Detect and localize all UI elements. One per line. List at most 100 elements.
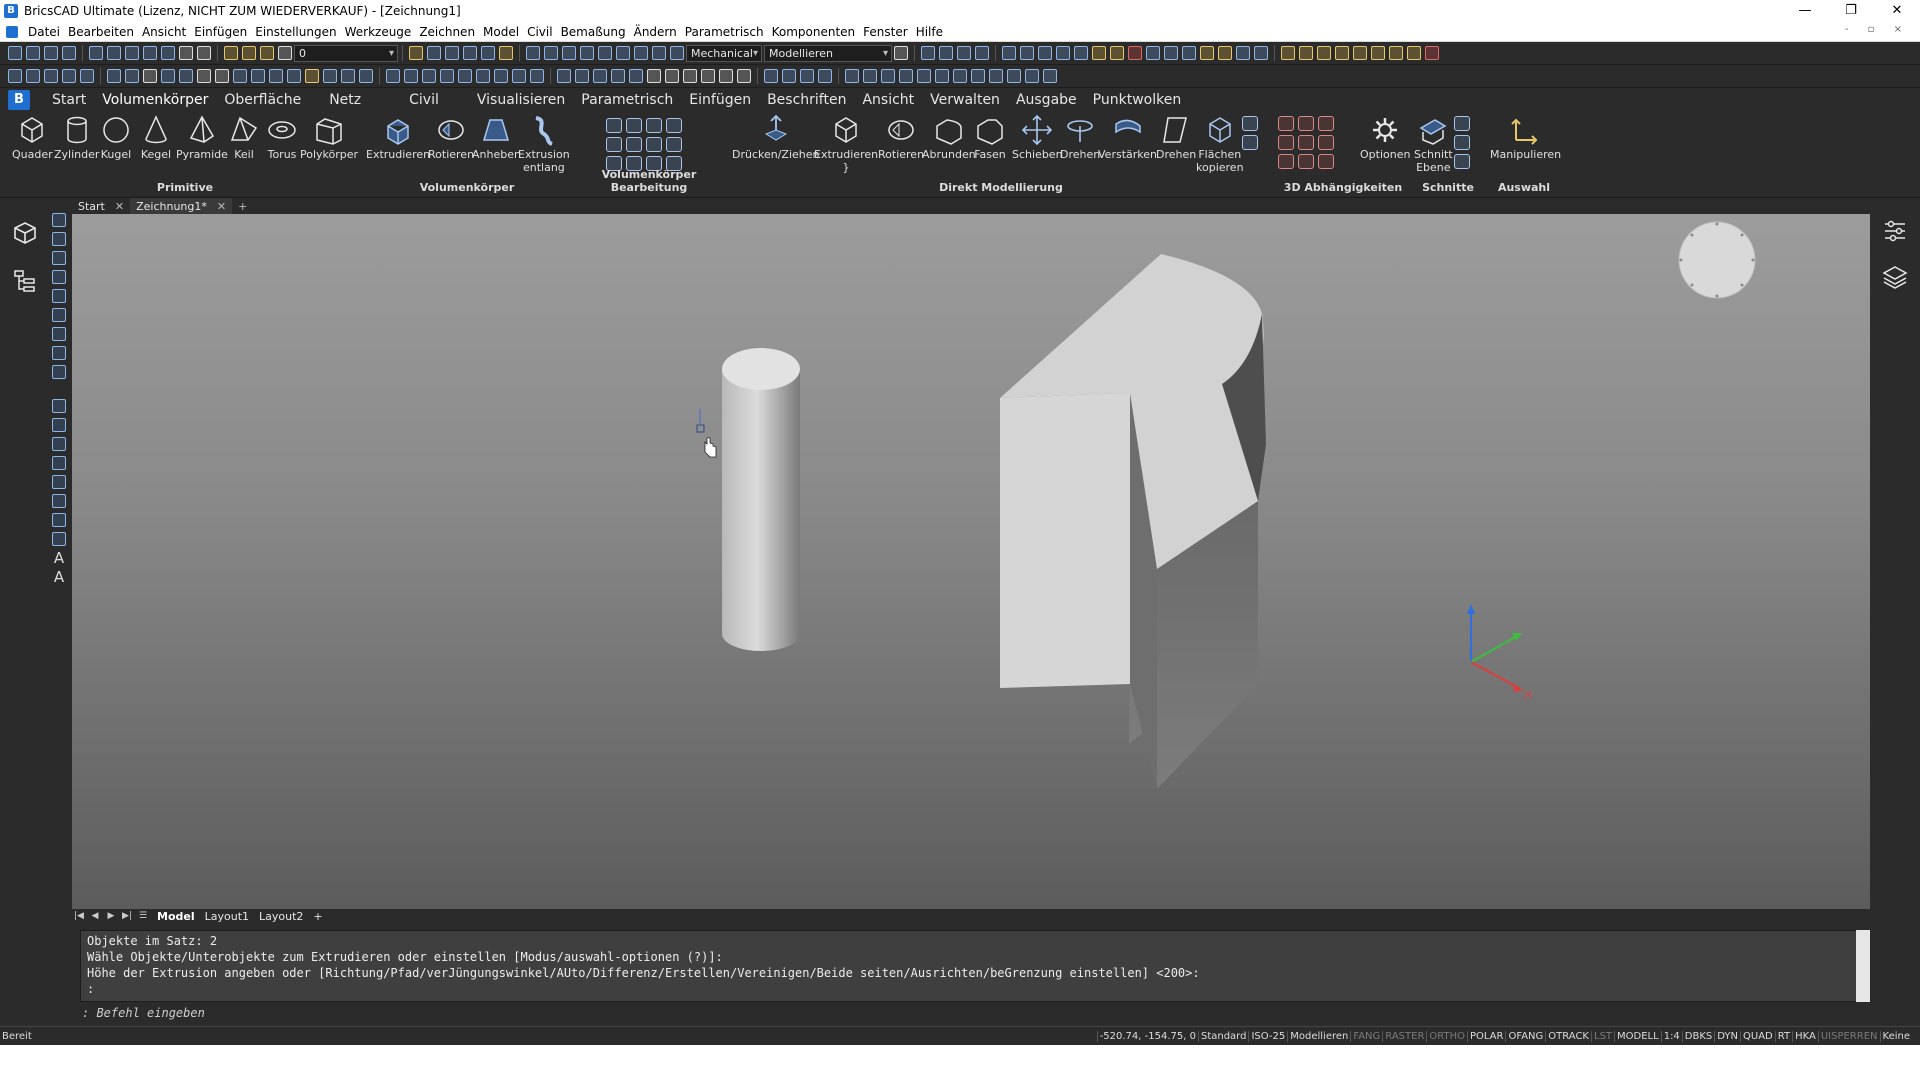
linetype-icon[interactable] [215,69,229,83]
menu-bearbeiten[interactable]: Bearbeiten [64,25,138,39]
dim-ordinate-icon[interactable] [1389,46,1403,60]
tab-parametrisch[interactable]: Parametrisch [573,92,681,108]
status-toggle-raster[interactable]: RASTER [1382,1030,1426,1042]
rotieren-button[interactable]: Rotieren [428,114,474,161]
layer-print-icon[interactable] [278,46,292,60]
status-toggle-ofang[interactable]: OFANG [1505,1030,1545,1042]
find-icon[interactable] [481,46,495,60]
dim-icon[interactable] [1281,46,1295,60]
redraw-icon[interactable] [179,69,193,83]
iso-se-icon[interactable] [593,69,607,83]
tab-start[interactable]: Start [44,92,94,108]
direkt-extrudieren-button[interactable]: Extrudieren } [814,114,878,174]
snap-tool-icon[interactable] [427,46,441,60]
iso-view-icon[interactable] [557,69,571,83]
table-icon[interactable] [323,69,337,83]
last-layout-icon[interactable]: ▶| [120,910,134,922]
print-preview-icon[interactable] [107,46,121,60]
light-icon[interactable] [1200,46,1214,60]
highlight-icon[interactable] [499,46,513,60]
tab-netz[interactable]: Netz [309,92,389,108]
dim-diameter-icon[interactable] [1371,46,1385,60]
add-layout-button[interactable]: + [308,910,327,923]
view-top-icon[interactable] [544,46,558,60]
shell-tool-icon[interactable] [646,137,662,152]
layer-lock-icon[interactable] [260,46,274,60]
layer-off-icon[interactable] [305,69,319,83]
shaded-icon[interactable] [422,69,436,83]
model-viewport[interactable] [72,214,1870,909]
flaechen-kopieren-button[interactable]: Flächen kopieren [1196,114,1244,174]
layer-iso-icon[interactable] [287,69,301,83]
grid-icon[interactable] [1002,46,1016,60]
mechanical-browser-icon[interactable] [12,220,38,246]
modeling-icon[interactable] [530,69,544,83]
constraint-angle-icon[interactable] [1298,154,1314,169]
subtract-tool-icon[interactable] [626,118,642,133]
doc-tab-zeichnung1[interactable]: Zeichnung1* ✕ [130,198,233,214]
wedge-solid-icon[interactable] [863,69,877,83]
3d-view-icon[interactable] [939,46,953,60]
dim-radius-icon[interactable] [1353,46,1367,60]
wire-icon[interactable] [386,69,400,83]
anheben-button[interactable]: Anheben [472,114,521,161]
menu-aendern[interactable]: Ändern [630,25,681,39]
constraint-tangent-icon[interactable] [1318,135,1334,150]
donut-tool-icon[interactable] [52,513,66,527]
command-history[interactable]: Objekte im Satz: 2 Wähle Objekte/Unterobj… [80,930,1860,1002]
zoom-extents-icon[interactable] [62,69,76,83]
pyramide-button[interactable]: Pyramide [176,114,228,161]
section-tool-b-icon[interactable] [1454,135,1470,150]
orbit-icon[interactable] [125,69,139,83]
first-layout-icon[interactable]: |◀ [72,910,86,922]
menu-ansicht[interactable]: Ansicht [138,25,190,39]
tab-einfuegen[interactable]: Einfügen [681,92,759,108]
snap-grid-icon[interactable] [8,69,22,83]
layout-tab-layout1[interactable]: Layout1 [200,910,254,923]
command-input[interactable]: : Befehl eingeben [80,1004,1860,1022]
structure-panel-icon[interactable] [12,268,38,294]
menu-zeichnen[interactable]: Zeichnen [415,25,479,39]
tab-ausgabe[interactable]: Ausgabe [1008,92,1085,108]
status-toggle-otrack[interactable]: OTRACK [1545,1030,1591,1042]
dim-aligned-icon[interactable] [1317,46,1331,60]
abrunden-button[interactable]: Abrunden [922,114,976,161]
arc-tool-icon[interactable] [52,232,66,246]
layout-tab-model[interactable]: Model [152,910,200,923]
application-menu-icon[interactable]: B [8,90,30,110]
ucs-face-icon[interactable] [1074,46,1088,60]
conceptual-icon[interactable] [512,69,526,83]
view-cube-icon[interactable] [526,46,540,60]
workspace-icon[interactable] [670,46,684,60]
separate-tool-icon[interactable] [626,137,642,152]
polykoerper-button[interactable]: Polykörper [300,114,358,161]
kugel-button[interactable]: Kugel [100,114,132,161]
zoom-previous-icon[interactable] [80,69,94,83]
rectangle-tool-icon[interactable] [52,251,66,265]
ortho-icon[interactable] [782,69,796,83]
torus-button[interactable]: Torus [266,114,298,161]
3d-scene[interactable] [72,214,1870,909]
interference-tool-icon[interactable] [666,118,682,133]
constraint-perpendicular-icon[interactable] [1298,135,1314,150]
line-tool-icon[interactable] [52,213,66,227]
iso-sw-icon[interactable] [575,69,589,83]
constraint-concentric-icon[interactable] [1318,116,1334,131]
intersect-tool-icon[interactable] [646,118,662,133]
gradient-tool-icon[interactable] [52,418,66,432]
front-view-icon[interactable] [719,69,733,83]
explorer-icon[interactable] [652,46,666,60]
document-window-controls[interactable]: - ▫ × [1845,24,1910,35]
shaded-edges-icon[interactable] [440,69,454,83]
fasen-button[interactable]: Fasen [974,114,1006,161]
cut-icon[interactable] [125,46,139,60]
status-toggle-quad[interactable]: QUAD [1740,1030,1775,1042]
ucs-world-icon[interactable] [1038,46,1052,60]
hatch-tool-icon[interactable] [52,399,66,413]
box-solid-icon[interactable] [845,69,859,83]
tab-civil[interactable]: Civil [389,92,469,108]
slice-tool-icon[interactable] [606,137,622,152]
section-tool-c-icon[interactable] [1454,154,1470,169]
top-view-icon[interactable] [647,69,661,83]
quader-button[interactable]: Quader [12,114,53,161]
